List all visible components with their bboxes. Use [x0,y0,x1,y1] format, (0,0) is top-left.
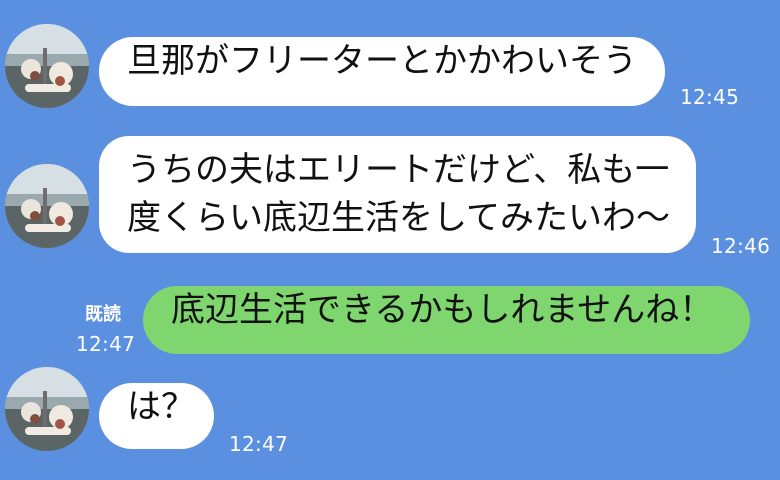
message-text: 底辺生活できるかもしれませんね！ [171,290,714,330]
message-text: 旦那がフリーターとかかわいそう [127,41,637,81]
message-timestamp: 12:46 [711,234,771,258]
avatar[interactable] [5,164,89,248]
message-bubble[interactable]: うちの夫はエリートだけど、私も一 度くらい底辺生活をしてみたいわ〜 [99,136,696,253]
message-bubble[interactable]: は？ [99,383,214,449]
read-receipt: 既読 [85,304,121,325]
message-timestamp: 12:47 [76,332,136,356]
message-timestamp: 12:47 [229,432,289,456]
avatar-photo-icon [5,367,89,451]
avatar-photo-icon [5,24,89,108]
message-bubble[interactable]: 旦那がフリーターとかかわいそう [99,37,665,106]
message-text-line: 度くらい底辺生活をしてみたいわ〜 [127,198,670,238]
message-text: は？ [127,387,195,427]
avatar-photo-icon [5,164,89,248]
avatar[interactable] [5,24,89,108]
message-text-line: うちの夫はエリートだけど、私も一 [127,150,670,190]
my-message-bubble[interactable]: 底辺生活できるかもしれませんね！ [143,286,750,354]
chat-thread: 旦那がフリーターとかかわいそう 12:45 うちの夫はエリートだけど、私も一 度… [0,0,780,480]
message-timestamp: 12:45 [680,85,740,109]
avatar[interactable] [5,367,89,451]
